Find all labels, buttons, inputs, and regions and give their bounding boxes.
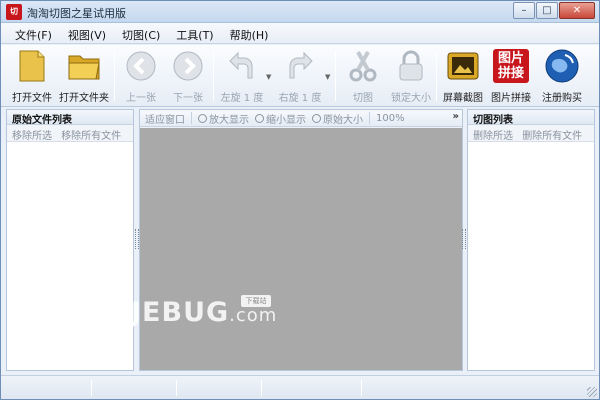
source-file-actions: 移除所选 移除所有文件 bbox=[7, 125, 133, 142]
view-toolbar-separator bbox=[191, 112, 192, 124]
screenshot-icon bbox=[446, 49, 480, 83]
rotate-left-icon bbox=[225, 49, 259, 83]
menu-file[interactable]: 文件(F) bbox=[7, 23, 60, 44]
stitch-icon: 图片拼接 bbox=[493, 49, 529, 83]
rotate-left-label: 左旋 1 度 bbox=[220, 93, 264, 104]
prev-image-label: 上一张 bbox=[126, 93, 156, 104]
app-logo-icon: 切 bbox=[6, 4, 22, 20]
menu-bar: 文件(F) 视图(V) 切图(C) 工具(T) 帮助(H) bbox=[1, 23, 599, 44]
stitch-label: 图片拼接 bbox=[491, 93, 531, 104]
next-image-button[interactable]: 下一张 bbox=[163, 49, 213, 105]
image-preview-area: 适应窗口 放大显示 缩小显示 原始大小 100% » bbox=[139, 109, 463, 371]
source-file-panel-title: 原始文件列表 bbox=[7, 110, 133, 126]
status-separator bbox=[91, 380, 92, 396]
folder-icon bbox=[67, 49, 101, 83]
lock-size-label: 锁定大小 bbox=[391, 93, 431, 104]
fit-window-button[interactable]: 适应窗口 bbox=[145, 111, 185, 126]
rotate-right-button[interactable]: 右旋 1 度 bbox=[275, 49, 325, 105]
prev-image-button[interactable]: 上一张 bbox=[116, 49, 166, 105]
status-separator bbox=[261, 380, 262, 396]
menu-cut[interactable]: 切图(C) bbox=[114, 23, 168, 44]
screenshot-button[interactable]: 屏幕截图 bbox=[438, 49, 488, 105]
stitch-icon-text: 图片拼接 bbox=[497, 51, 524, 81]
toolbar: 打开文件 打开文件夹 上一张 下一张 左旋 1 度 ▼ 右旋 1 度 ▼ 切图 … bbox=[1, 45, 599, 107]
app-window: 切 淘淘切图之星试用版 – □ ✕ 文件(F) 视图(V) 切图(C) 工具(T… bbox=[0, 0, 600, 400]
open-folder-button[interactable]: 打开文件夹 bbox=[59, 49, 109, 105]
zoom-in-label: 放大显示 bbox=[209, 114, 249, 126]
open-file-label: 打开文件 bbox=[12, 93, 52, 104]
right-splitter-handle[interactable] bbox=[462, 229, 466, 249]
zoom-out-label: 缩小显示 bbox=[266, 114, 306, 126]
globe-icon bbox=[545, 49, 579, 83]
view-toolbar: 适应窗口 放大显示 缩小显示 原始大小 100% » bbox=[140, 110, 462, 127]
toolbar-separator bbox=[335, 51, 336, 101]
remove-all-files-button[interactable]: 移除所有文件 bbox=[61, 131, 121, 142]
cut-list-panel: 切图列表 删除所选 删除所有文件 bbox=[467, 109, 595, 371]
arrow-left-icon bbox=[124, 49, 158, 83]
image-canvas[interactable] bbox=[140, 128, 462, 370]
open-folder-label: 打开文件夹 bbox=[59, 93, 109, 104]
close-button[interactable]: ✕ bbox=[559, 2, 595, 19]
watermark-brand: JEBUG bbox=[131, 297, 230, 328]
toolbar-separator bbox=[436, 51, 437, 101]
view-toolbar-separator bbox=[369, 112, 370, 124]
screenshot-label: 屏幕截图 bbox=[443, 93, 483, 104]
arrow-right-icon bbox=[171, 49, 205, 83]
remove-selected-button[interactable]: 移除所选 bbox=[12, 131, 52, 142]
zoom-level: 100% bbox=[376, 112, 405, 124]
register-button[interactable]: 注册购买 bbox=[537, 49, 587, 105]
toolbar-separator bbox=[114, 51, 115, 101]
next-image-label: 下一张 bbox=[173, 93, 203, 104]
maximize-button[interactable]: □ bbox=[536, 2, 558, 19]
rotate-right-icon bbox=[283, 49, 317, 83]
status-separator bbox=[176, 380, 177, 396]
stitch-button[interactable]: 图片拼接 图片拼接 bbox=[486, 49, 536, 105]
rotate-left-button[interactable]: 左旋 1 度 bbox=[217, 49, 267, 105]
delete-selected-button[interactable]: 删除所选 bbox=[473, 131, 513, 142]
register-label: 注册购买 bbox=[542, 93, 582, 104]
rotate-left-dropdown-icon[interactable]: ▼ bbox=[266, 73, 271, 81]
original-size-icon bbox=[312, 113, 321, 123]
resize-grip-icon[interactable] bbox=[587, 387, 597, 397]
toolbar-separator bbox=[213, 51, 214, 101]
cut-button[interactable]: 切图 bbox=[338, 49, 388, 105]
toolbar-overflow-button[interactable]: » bbox=[453, 111, 459, 122]
file-icon bbox=[15, 49, 49, 83]
minimize-button[interactable]: – bbox=[513, 2, 535, 19]
status-bar bbox=[1, 375, 599, 399]
scissors-icon bbox=[346, 49, 380, 83]
menu-tools[interactable]: 工具(T) bbox=[168, 23, 221, 44]
menu-view[interactable]: 视图(V) bbox=[60, 23, 114, 44]
menu-help[interactable]: 帮助(H) bbox=[222, 23, 277, 44]
watermark-tag: 下载站 bbox=[241, 295, 271, 307]
zoom-out-icon bbox=[255, 113, 264, 123]
original-size-label: 原始大小 bbox=[323, 114, 363, 126]
zoom-in-button[interactable]: 放大显示 bbox=[198, 111, 249, 126]
source-file-panel: 原始文件列表 移除所选 移除所有文件 bbox=[6, 109, 134, 371]
delete-all-files-button[interactable]: 删除所有文件 bbox=[522, 131, 582, 142]
cut-list-actions: 删除所选 删除所有文件 bbox=[468, 125, 594, 142]
original-size-button[interactable]: 原始大小 bbox=[312, 111, 363, 126]
window-title: 淘淘切图之星试用版 bbox=[27, 7, 126, 20]
open-file-button[interactable]: 打开文件 bbox=[7, 49, 57, 105]
cut-label: 切图 bbox=[353, 93, 373, 104]
title-bar[interactable]: 切 淘淘切图之星试用版 – □ ✕ bbox=[1, 1, 599, 23]
zoom-out-button[interactable]: 缩小显示 bbox=[255, 111, 306, 126]
cut-list-panel-title: 切图列表 bbox=[468, 110, 594, 126]
lock-size-button[interactable]: 锁定大小 bbox=[386, 49, 436, 105]
status-separator bbox=[361, 380, 362, 396]
rotate-right-label: 右旋 1 度 bbox=[278, 93, 322, 104]
window-controls: – □ ✕ bbox=[512, 2, 595, 19]
rotate-right-dropdown-icon[interactable]: ▼ bbox=[325, 73, 330, 81]
watermark-domain: .com bbox=[229, 305, 278, 326]
zoom-in-icon bbox=[198, 113, 207, 123]
lock-icon bbox=[394, 49, 428, 83]
